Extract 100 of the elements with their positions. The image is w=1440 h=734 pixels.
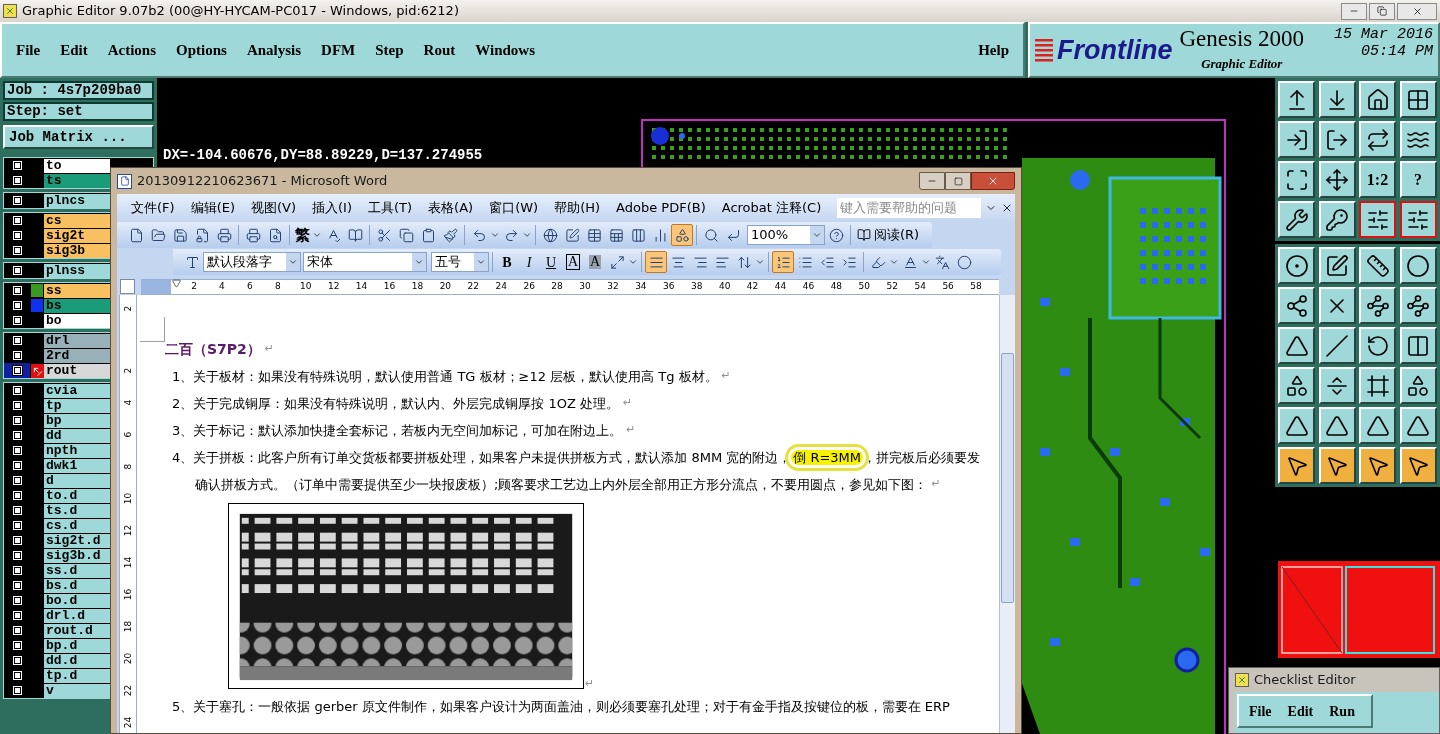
measurement-text: DX=-104.60676,DY=88.89229,D=137.274955 <box>163 146 483 165</box>
menu-item[interactable]: Acrobat 注释(C) <box>721 198 822 218</box>
menu-item[interactable]: 帮助(H) <box>554 198 601 218</box>
product-name: Genesis 2000 <box>1179 26 1305 50</box>
paragraph-mark: ↵ <box>622 395 633 412</box>
layer-name[interactable]: to.d <box>44 488 110 503</box>
layer-name[interactable]: ss.d <box>44 563 110 578</box>
ruler-number: 16 <box>383 281 396 292</box>
ruler-number: 56 <box>942 281 954 292</box>
ruler-number: 4 <box>219 281 225 292</box>
layer-name[interactable]: ts.d <box>44 503 110 518</box>
menu-item[interactable]: File <box>16 38 41 62</box>
ruler-number: 48 <box>830 281 843 292</box>
layer-name[interactable]: dwk1 <box>44 458 110 473</box>
menu-item[interactable]: Help <box>978 38 1009 62</box>
layer-name[interactable]: dd.d <box>44 653 110 668</box>
job-matrix-button[interactable]: Job Matrix ... <box>3 125 154 149</box>
layer-name[interactable]: tp <box>44 398 110 413</box>
ruler-number: 6 <box>122 430 134 440</box>
ruler-number: 22 <box>467 281 479 292</box>
ruler-number: 58 <box>970 281 982 292</box>
layer-name[interactable]: tp.d <box>44 668 110 683</box>
menu-item[interactable]: 工具(T) <box>368 198 413 218</box>
layer-name[interactable]: plnss <box>44 263 110 278</box>
layer-name[interactable]: ss <box>44 283 110 298</box>
ruler-number: 38 <box>691 281 703 292</box>
ruler-number: 34 <box>635 281 647 292</box>
layer-name[interactable]: rout <box>44 363 110 378</box>
menu-item[interactable]: Step <box>375 38 404 62</box>
layer-name[interactable]: to <box>44 158 110 173</box>
menu-item[interactable]: Windows <box>475 38 535 62</box>
layer-name[interactable]: ts <box>44 173 110 188</box>
layer-name[interactable]: 2rd <box>44 348 110 363</box>
layer-name[interactable]: bs <box>44 298 110 313</box>
tool-button[interactable]: 1:2 <box>1359 161 1396 198</box>
layer-name[interactable]: d <box>44 473 110 488</box>
menu-item[interactable]: Run <box>1329 700 1355 722</box>
menu-item[interactable]: 表格(A) <box>428 198 474 218</box>
help-search-field[interactable]: 键入需要帮助的问题 <box>837 198 981 218</box>
layer-name[interactable]: bo.d <box>44 593 110 608</box>
menu-item[interactable]: 文件(F) <box>131 198 175 218</box>
format-button[interactable]: B <box>496 251 518 273</box>
menu-item[interactable]: Actions <box>107 38 156 62</box>
menu-item[interactable]: 窗口(W) <box>489 198 539 218</box>
format-button[interactable]: U <box>540 251 562 273</box>
ruler-number: 20 <box>122 652 134 665</box>
layer-name[interactable]: bs.d <box>44 578 110 593</box>
read-button[interactable]: 阅读(R) <box>854 224 923 246</box>
menu-item[interactable]: DFM <box>321 38 356 62</box>
layer-name[interactable]: sig3b <box>44 243 110 258</box>
zoom-field[interactable]: 100% <box>747 225 825 245</box>
menu-item[interactable]: Options <box>176 38 227 62</box>
menu-item[interactable]: Analysis <box>246 38 302 62</box>
layer-name[interactable]: drl <box>44 333 110 348</box>
menu-item[interactable]: Rout <box>423 38 456 62</box>
layer-name[interactable]: v <box>44 683 110 698</box>
menu-item[interactable]: 视图(V) <box>251 198 297 218</box>
layer-name[interactable]: sig2t.d <box>44 533 110 548</box>
layer-name[interactable]: cs <box>44 213 110 228</box>
layer-name[interactable]: bp.d <box>44 638 110 653</box>
format-button[interactable]: A <box>584 251 606 273</box>
ruler-number: 14 <box>355 281 368 292</box>
menu-item[interactable]: 插入(I) <box>312 198 352 218</box>
menu-item[interactable]: Adobe PDF(B) <box>616 198 706 218</box>
format-button[interactable]: I <box>518 251 540 273</box>
ruler-number: 26 <box>523 281 535 292</box>
menu-item[interactable]: Edit <box>60 38 88 62</box>
style-field[interactable]: 默认段落字 <box>203 252 301 272</box>
layer-name[interactable]: drl.d <box>44 608 110 623</box>
layer-name[interactable]: plncs <box>44 193 110 208</box>
paragraph-line: 2、关于完成铜厚：如果没有特殊说明，默认内、外层完成铜厚按 1OZ 处理。 <box>172 394 619 413</box>
ruler-number: 24 <box>122 716 134 729</box>
tool-button[interactable]: ? <box>1399 161 1437 198</box>
font-size-field[interactable]: 五号 <box>431 252 489 272</box>
traditional-chinese-button[interactable]: 繁 <box>293 224 312 246</box>
layer-name[interactable]: sig3b.d <box>44 548 110 563</box>
ruler-number: 16 <box>122 588 134 601</box>
ruler-number: 50 <box>858 281 871 292</box>
layer-name[interactable]: rout.d <box>44 623 110 638</box>
layer-name[interactable]: cs.d <box>44 518 110 533</box>
layer-name[interactable]: bo <box>44 313 110 328</box>
ruler-number: 36 <box>663 281 675 292</box>
window-title: 20130912210623671 - Microsoft Word <box>137 172 388 191</box>
ruler-number: 10 <box>122 492 134 505</box>
ruler-number: 8 <box>122 462 134 472</box>
layer-name[interactable]: npth <box>44 443 110 458</box>
menu-item[interactable]: File <box>1249 700 1272 722</box>
ruler-number: 28 <box>551 281 563 292</box>
layer-name[interactable]: sig2t <box>44 228 110 243</box>
ruler-number: 54 <box>914 281 926 292</box>
menu-item[interactable]: 编辑(E) <box>190 198 235 218</box>
ruler-number: 18 <box>122 620 134 633</box>
layer-name[interactable]: bp <box>44 413 110 428</box>
font-field[interactable]: 宋体 <box>303 252 427 272</box>
layer-name[interactable]: cvia <box>44 383 110 398</box>
ruler-number: 24 <box>495 281 507 292</box>
menu-item[interactable]: Edit <box>1287 700 1314 722</box>
step-label: Step: set <box>3 102 154 121</box>
paragraph-mark: ↵ <box>264 341 275 358</box>
layer-name[interactable]: dd <box>44 428 110 443</box>
